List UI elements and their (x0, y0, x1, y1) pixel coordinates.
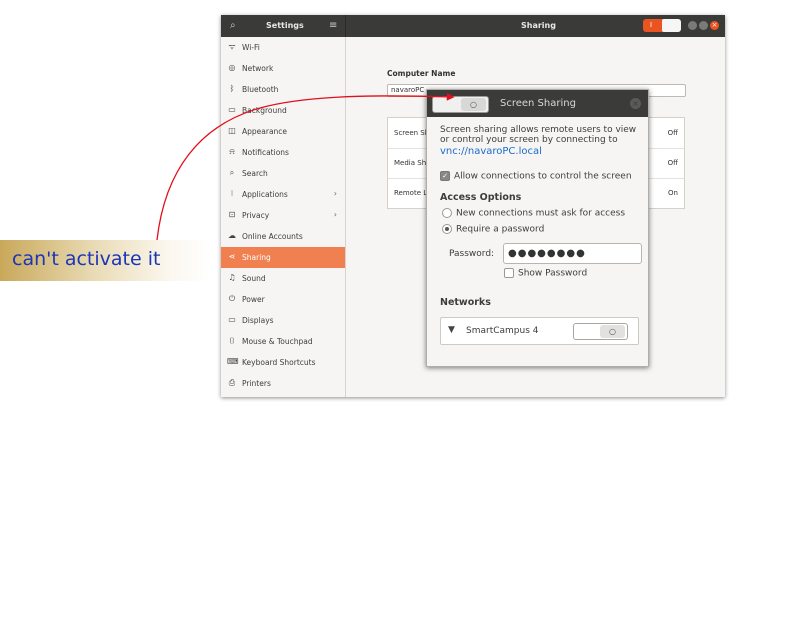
annotation-arrow (156, 92, 455, 241)
arrow-line (156, 92, 455, 241)
